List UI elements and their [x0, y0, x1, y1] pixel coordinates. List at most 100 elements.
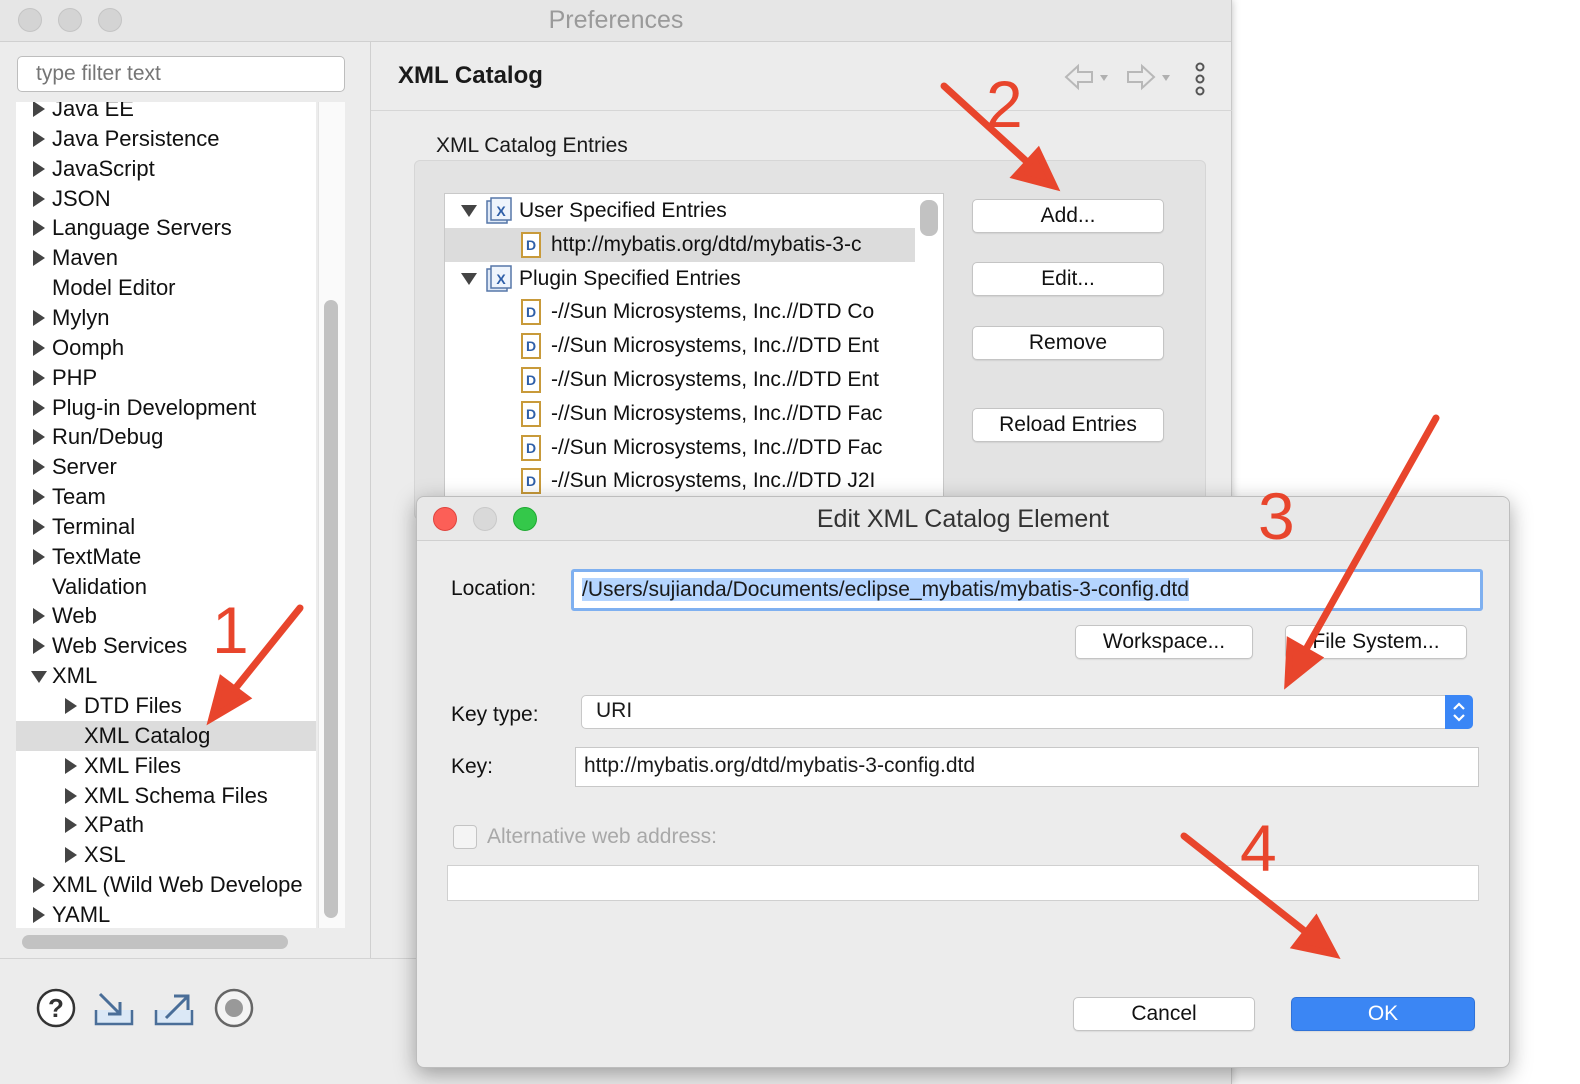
chevron-down-icon[interactable]	[461, 205, 477, 217]
sash-divider[interactable]	[370, 42, 371, 958]
chevron-right-icon[interactable]	[33, 369, 45, 386]
catalog-entry-item[interactable]: D -//Sun Microsystems, Inc.//DTD Ent	[445, 329, 915, 363]
edit-button[interactable]: Edit...	[972, 262, 1164, 296]
tree-item-label: Java EE	[52, 102, 134, 121]
chevron-right-icon[interactable]	[33, 190, 45, 207]
key-label: Key:	[451, 755, 494, 778]
catalog-entry-item[interactable]: D -//Sun Microsystems, Inc.//DTD Fac	[445, 431, 915, 465]
chevron-right-icon[interactable]	[65, 817, 77, 834]
ok-button[interactable]: OK	[1291, 997, 1475, 1031]
tree-item-label: Java Persistence	[52, 125, 220, 151]
dtd-file-icon: D	[521, 367, 541, 393]
chevron-right-icon[interactable]	[65, 698, 77, 714]
tree-item-label: Oomph	[52, 334, 125, 360]
page-title: XML Catalog	[398, 62, 543, 89]
catalog-entry-item[interactable]: D -//Sun Microsystems, Inc.//DTD Ent	[445, 363, 915, 397]
catalog-entry-item[interactable]: D -//Sun Microsystems, Inc.//DTD J2I	[445, 464, 915, 498]
tree-item-label: Terminal	[52, 513, 136, 539]
dtd-file-icon: D	[521, 333, 541, 360]
catalog-item-label: -//Sun Microsystems, Inc.//DTD Fac	[551, 435, 883, 459]
tree-item-label: XML Schema Files	[84, 782, 268, 808]
chevron-right-icon[interactable]	[33, 906, 45, 923]
catalog-scrollbar-thumb[interactable]	[920, 200, 938, 236]
import-icon[interactable]	[92, 988, 136, 1028]
file-system-button[interactable]: File System...	[1285, 625, 1467, 659]
chevron-right-icon[interactable]	[33, 102, 45, 117]
chevron-right-icon[interactable]	[33, 459, 45, 476]
add-button[interactable]: Add...	[972, 199, 1164, 233]
chevron-right-icon[interactable]	[33, 638, 45, 655]
chevron-down-icon[interactable]	[31, 671, 47, 684]
window-title: Preferences	[548, 6, 684, 34]
view-menu-icon[interactable]	[1192, 62, 1208, 96]
tree-scrollbar-thumb[interactable]	[324, 300, 338, 918]
remove-button[interactable]: Remove	[972, 326, 1164, 360]
dialog-titlebar: Edit XML Catalog Element	[417, 497, 1509, 541]
catalog-group-item[interactable]: X Plugin Specified Entries	[445, 262, 915, 296]
catalog-item-label: -//Sun Microsystems, Inc.//DTD Fac	[551, 401, 883, 425]
tree-item-label: JSON	[52, 185, 111, 211]
chevron-right-icon[interactable]	[33, 489, 45, 506]
export-icon[interactable]	[152, 988, 196, 1028]
chevron-right-icon[interactable]	[33, 518, 45, 535]
alternative-address-input[interactable]	[447, 865, 1479, 901]
svg-text:X: X	[496, 271, 506, 287]
catalog-entry-item[interactable]: D -//Sun Microsystems, Inc.//DTD Co	[445, 295, 915, 329]
window-titlebar: Preferences	[0, 0, 1231, 42]
catalog-group-item[interactable]: X User Specified Entries	[445, 194, 915, 228]
entries-label: XML Catalog Entries	[436, 134, 628, 157]
chevron-right-icon[interactable]	[33, 250, 45, 267]
chevron-down-icon[interactable]	[461, 272, 477, 285]
chevron-right-icon[interactable]	[33, 399, 45, 416]
chevron-right-icon[interactable]	[33, 309, 45, 326]
catalog-entry-item[interactable]: D -//Sun Microsystems, Inc.//DTD Fac	[445, 397, 915, 431]
chevron-right-icon[interactable]	[33, 339, 45, 356]
catalog-icon: X	[486, 197, 512, 224]
chevron-right-icon[interactable]	[65, 757, 77, 774]
tree-item-label: XSL	[84, 842, 126, 868]
catalog-item-label: http://mybatis.org/dtd/mybatis-3-c	[551, 232, 862, 256]
alternative-address-checkbox[interactable]	[453, 825, 477, 849]
tree-item-label: XML Files	[84, 752, 181, 778]
tree-item-label: Language Servers	[52, 215, 232, 241]
reload-entries-button[interactable]: Reload Entries	[972, 408, 1164, 442]
chevron-right-icon[interactable]	[65, 787, 77, 804]
preferences-tree: Java EE Java Persistence JavaScript JSON Lan…	[16, 102, 316, 928]
chevron-right-icon[interactable]	[33, 429, 45, 446]
dtd-file-icon: D	[521, 434, 541, 461]
catalog-item-label: -//Sun Microsystems, Inc.//DTD J2I	[551, 469, 876, 493]
location-label: Location:	[451, 577, 537, 600]
chevron-right-icon[interactable]	[65, 847, 77, 864]
tree-item-label: Run/Debug	[52, 424, 164, 450]
forward-arrow-icon[interactable]	[1127, 63, 1170, 91]
key-type-value: URI	[596, 699, 633, 722]
tree-horizontal-scrollbar[interactable]	[22, 935, 288, 949]
record-icon[interactable]	[212, 988, 256, 1028]
catalog-item-label: User Specified Entries	[519, 199, 727, 222]
tree-item[interactable]: XML Catalog	[16, 720, 316, 751]
location-input[interactable]: /Users/sujianda/Documents/eclipse_mybati…	[571, 569, 1483, 611]
tree-item-label: Model Editor	[52, 275, 176, 301]
chevron-right-icon[interactable]	[33, 877, 45, 894]
chevron-right-icon[interactable]	[33, 160, 45, 177]
chevron-right-icon[interactable]	[33, 220, 45, 237]
chevron-right-icon[interactable]	[33, 548, 45, 565]
tree-item-label: PHP	[52, 364, 98, 390]
dtd-file-icon: D	[521, 468, 541, 495]
chevron-right-icon[interactable]	[33, 130, 45, 147]
help-icon[interactable]: ?	[34, 988, 78, 1028]
cancel-button[interactable]: Cancel	[1073, 997, 1255, 1031]
catalog-item-label: -//Sun Microsystems, Inc.//DTD Co	[551, 300, 875, 324]
chevron-right-icon[interactable]	[33, 608, 45, 625]
tree-item-label: Plug-in Development	[52, 394, 257, 420]
tree-item-label: XML	[52, 663, 98, 689]
tree-item-label: Mylyn	[52, 304, 110, 330]
catalog-item-label: -//Sun Microsystems, Inc.//DTD Ent	[551, 368, 879, 391]
catalog-entry-item[interactable]: Dhttp://mybatis.org/dtd/mybatis-3-c	[445, 227, 915, 262]
key-type-select[interactable]: URI	[581, 695, 1473, 729]
key-input[interactable]: http://mybatis.org/dtd/mybatis-3-config.…	[575, 747, 1479, 787]
filter-input[interactable]	[17, 56, 345, 92]
back-arrow-icon[interactable]	[1064, 63, 1108, 91]
workspace-button[interactable]: Workspace...	[1075, 625, 1253, 659]
navigation-arrows	[1064, 63, 1170, 91]
